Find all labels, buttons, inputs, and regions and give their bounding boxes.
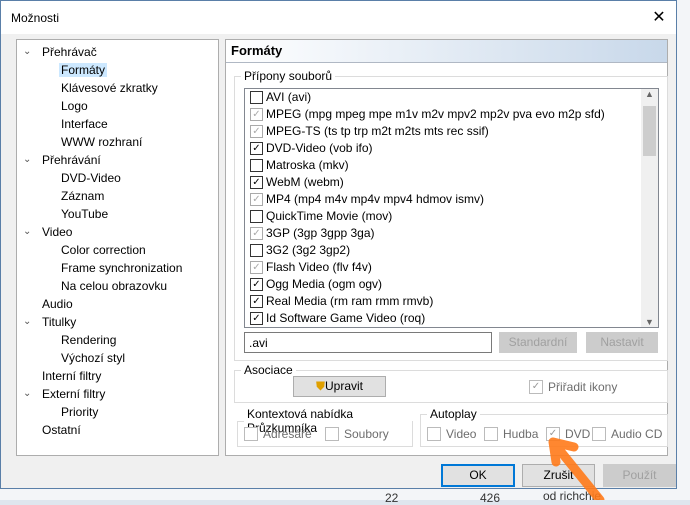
annotation-arrow [548,437,605,500]
